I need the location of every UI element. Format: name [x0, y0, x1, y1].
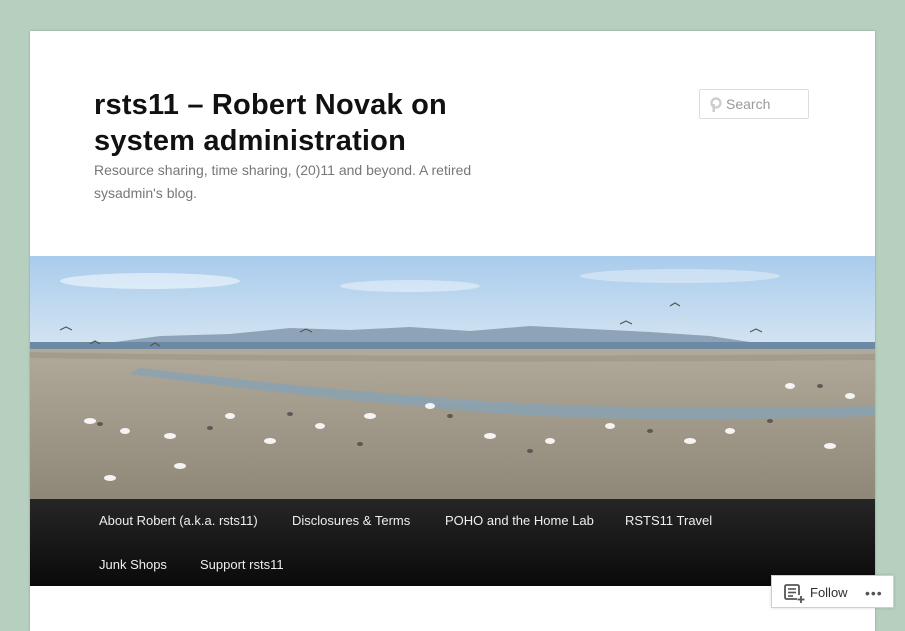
reader-follow-icon: [784, 584, 805, 603]
main-nav: About Robert (a.k.a. rsts11) Disclosures…: [30, 499, 875, 586]
content-area: [30, 589, 875, 631]
nav-item-disclosures[interactable]: Disclosures & Terms: [292, 513, 410, 529]
follow-label: Follow: [810, 585, 848, 600]
site-description: Resource sharing, time sharing, (20)11 a…: [94, 162, 472, 201]
follow-button[interactable]: Follow •••: [771, 575, 894, 608]
nav-item-travel[interactable]: RSTS11 Travel: [625, 513, 712, 529]
header-image: [30, 256, 875, 499]
search-box[interactable]: [699, 89, 809, 119]
more-options-icon[interactable]: •••: [865, 585, 883, 601]
nav-item-poho[interactable]: POHO and the Home Lab: [445, 513, 594, 529]
nav-item-about[interactable]: About Robert (a.k.a. rsts11): [99, 513, 258, 529]
nav-item-junk-shops[interactable]: Junk Shops: [99, 557, 167, 573]
site-title[interactable]: rsts11 – Robert Novak on system administ…: [94, 87, 534, 159]
nav-item-support[interactable]: Support rsts11: [200, 557, 284, 573]
page-container: rsts11 – Robert Novak on system administ…: [30, 31, 875, 631]
search-icon: [710, 97, 722, 112]
search-input[interactable]: [726, 93, 804, 115]
